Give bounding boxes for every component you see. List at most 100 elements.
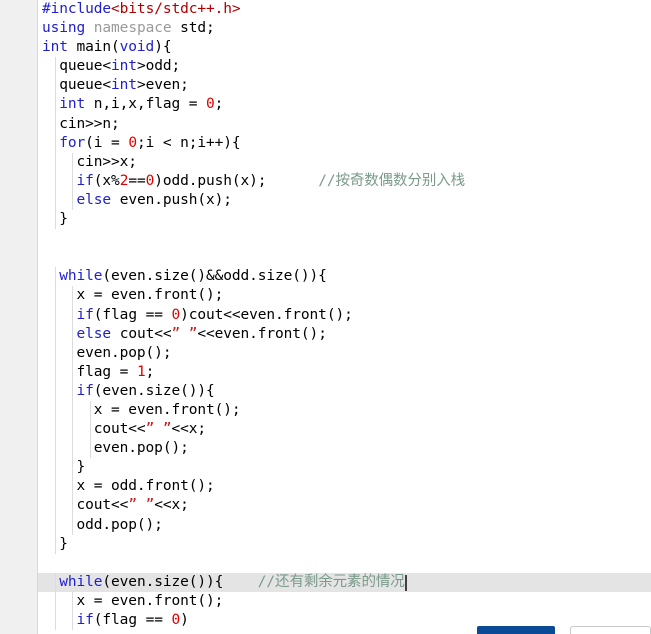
code-line[interactable]: 6 int n,i,x,flag = 0; [0, 95, 651, 115]
indent-guide [55, 171, 56, 191]
token-op: <<x; [154, 497, 189, 514]
token-op: <<x; [171, 421, 206, 438]
token-kw: int [111, 77, 137, 94]
indent-guide [72, 171, 74, 191]
code-line[interactable]: 28 odd.pop(); [0, 515, 651, 535]
indent-guide [72, 477, 74, 497]
indent-guide [72, 591, 74, 611]
code-line[interactable]: 32 x = even.front(); [0, 591, 651, 611]
token-kw: int [111, 58, 137, 75]
code-line-text: } [42, 458, 86, 477]
token-op: n,i,x,flag = [85, 96, 206, 113]
indent-guide [55, 439, 56, 459]
code-line-text: while(even.size()&&odd.size()){ [42, 267, 327, 286]
indent-guide [72, 343, 74, 363]
token-num: 0 [171, 612, 181, 628]
token-op: (flag == [93, 612, 172, 628]
token-op: cout<< [111, 325, 172, 342]
code-line[interactable]: 12 } [0, 210, 651, 230]
token-op [266, 173, 318, 189]
token-kw: else [76, 191, 112, 208]
token-op: even.pop(); [42, 440, 189, 457]
token-str: ” ” [171, 325, 198, 342]
code-line-text: else cout<<” ”<<even.front(); [42, 325, 327, 344]
token-op: ; [145, 363, 155, 380]
token-op: std; [171, 20, 215, 37]
token-op: n; [102, 115, 120, 132]
code-line[interactable]: 13 [0, 229, 651, 248]
primary-action-button[interactable] [477, 626, 555, 634]
token-kw: int [42, 39, 68, 56]
code-line[interactable]: 27 cout<<” ”<<x; [0, 496, 651, 516]
code-line[interactable]: 16 x = even.front(); [0, 286, 651, 306]
code-line[interactable]: 31 while(even.size()){ //还有剩余元素的情况 [0, 572, 651, 592]
token-op: main( [67, 39, 120, 56]
token-op: (flag == [93, 306, 172, 323]
code-line[interactable]: 4 queue<int>odd; [0, 57, 651, 77]
code-line[interactable]: 29 } [0, 534, 651, 554]
code-line-text: cin>>n; [42, 115, 120, 134]
indent-guide [55, 210, 56, 230]
indent-guide [72, 324, 74, 344]
token-op: cin [42, 115, 86, 132]
indent-guide [72, 152, 74, 172]
code-line[interactable]: 8 for(i = 0;i < n;i++){ [0, 133, 651, 153]
code-content-area[interactable]: 1#include<bits/stdc++.h>2using namespace… [0, 0, 651, 634]
token-op: (i = [85, 134, 129, 151]
token-op [42, 574, 59, 590]
indent-guide [72, 515, 74, 535]
code-line[interactable]: 19 even.pop(); [0, 343, 651, 363]
indent-guide [72, 496, 74, 516]
indent-guide [55, 496, 56, 516]
code-line-text: even.pop(); [42, 344, 172, 363]
token-op: >odd; [136, 58, 181, 75]
code-line[interactable]: 24 even.pop(); [0, 439, 651, 459]
code-line[interactable]: 1#include<bits/stdc++.h> [0, 0, 651, 19]
code-line[interactable]: 17 if(flag == 0)cout<<even.front(); [0, 305, 651, 325]
token-num: 0 [171, 306, 181, 323]
token-num: 0 [145, 172, 155, 189]
code-line[interactable]: 23 cout<<” ”<<x; [0, 420, 651, 440]
code-editor[interactable]: 1#include<bits/stdc++.h>2using namespace… [0, 0, 651, 634]
token-num: 0 [128, 134, 137, 151]
code-line[interactable]: 9 cin>>x; [0, 152, 651, 172]
code-line-text: #include<bits/stdc++.h> [42, 0, 241, 19]
code-line-text: x = even.front(); [42, 592, 224, 611]
token-op [42, 173, 77, 189]
code-line-text: int n,i,x,flag = 0; [42, 95, 223, 114]
code-line[interactable]: 2using namespace std; [0, 19, 651, 38]
code-line[interactable]: 14 [0, 248, 651, 267]
code-line[interactable]: 21 if(even.size()){ [0, 381, 651, 401]
indent-guide [55, 381, 56, 401]
code-line[interactable]: 7 cin>>n; [0, 114, 651, 134]
indent-guide [72, 362, 74, 382]
token-op: == [128, 172, 146, 189]
code-line[interactable]: 10 if(x%2==0)odd.push(x); //按奇数偶数分别入栈 [0, 171, 651, 191]
code-line[interactable]: 3int main(void){ [0, 38, 651, 57]
code-line[interactable]: 15 while(even.size()&&odd.size()){ [0, 267, 651, 287]
token-cmt: //按奇数偶数分别入栈 [318, 172, 466, 189]
code-line[interactable]: 22 x = even.front(); [0, 400, 651, 421]
indent-guide [55, 458, 56, 478]
code-line[interactable]: 25 } [0, 458, 651, 478]
token-op [85, 20, 94, 36]
token-op: flag = [42, 363, 137, 380]
token-num: 0 [205, 96, 215, 113]
code-line[interactable]: 26 x = odd.front(); [0, 477, 651, 497]
token-op: (even.size()){ [93, 382, 215, 399]
code-line-text: x = odd.front(); [42, 477, 215, 496]
indent-guide [72, 400, 74, 421]
token-op: cout<< [42, 421, 146, 438]
secondary-action-button[interactable] [570, 626, 651, 634]
token-op: even.pop(); [42, 344, 172, 361]
indent-guide [72, 458, 74, 478]
code-line[interactable]: 30 [0, 554, 651, 573]
code-line-text: odd.pop(); [42, 516, 163, 535]
code-line[interactable]: 11 else even.push(x); [0, 190, 651, 211]
token-inc: <bits/stdc++.h> [111, 1, 241, 17]
code-line[interactable]: 18 else cout<<” ”<<even.front(); [0, 324, 651, 344]
indent-guide [89, 439, 91, 459]
code-line-text: queue<int>even; [42, 76, 189, 95]
code-line[interactable]: 20 flag = 1; [0, 362, 651, 382]
code-line[interactable]: 5 queue<int>even; [0, 76, 651, 96]
